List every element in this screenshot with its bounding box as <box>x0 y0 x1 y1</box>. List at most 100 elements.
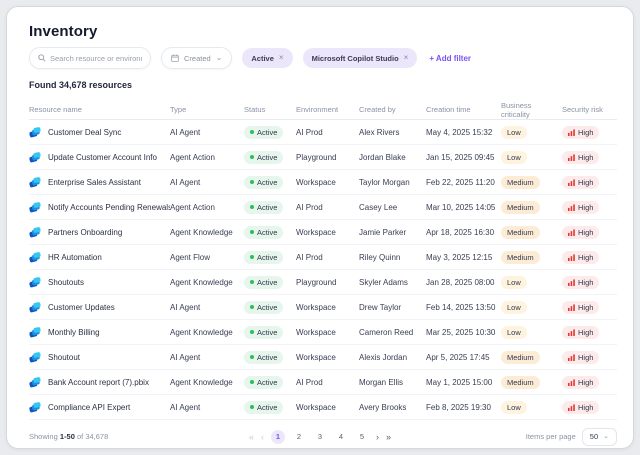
copilot-studio-icon <box>29 327 41 338</box>
page-number-5[interactable]: 5 <box>355 430 369 444</box>
row-menu-button[interactable]: ⋮ <box>612 377 617 387</box>
criticality-label: Medium <box>507 203 534 212</box>
search-input[interactable] <box>50 54 142 63</box>
copilot-studio-icon <box>29 277 41 288</box>
items-per-page-select[interactable]: 50 ⌄ <box>582 428 617 446</box>
criticality-label: Low <box>507 403 521 412</box>
resource-type: Agent Flow <box>170 253 244 262</box>
filter-chip-active[interactable]: Active × <box>242 48 292 68</box>
row-menu-button[interactable]: ⋮ <box>612 352 617 362</box>
creation-time: Feb 22, 2025 11:20 <box>426 178 501 187</box>
created-dropdown-label: Created <box>184 54 211 63</box>
table-row[interactable]: Shoutout AI Agent Active Workspace Alexi… <box>29 345 617 370</box>
row-menu-button[interactable]: ⋮ <box>612 227 617 237</box>
criticality-badge: Medium <box>501 176 540 189</box>
filter-chip-copilot-studio[interactable]: Microsoft Copilot Studio × <box>303 48 418 68</box>
risk-label: High <box>578 128 593 137</box>
column-header-creation-time: Creation time <box>426 105 501 114</box>
table-row[interactable]: Update Customer Account Info Agent Actio… <box>29 145 617 170</box>
table-row[interactable]: Enterprise Sales Assistant AI Agent Acti… <box>29 170 617 195</box>
table-row[interactable]: Customer Deal Sync AI Agent Active AI Pr… <box>29 120 617 145</box>
risk-label: High <box>578 303 593 312</box>
status-dot-icon <box>250 305 254 309</box>
created-by: Skyler Adams <box>359 278 426 287</box>
row-menu-button[interactable]: ⋮ <box>612 252 617 262</box>
table-body: Customer Deal Sync AI Agent Active AI Pr… <box>29 120 617 420</box>
status-label: Active <box>257 153 277 162</box>
chevron-down-icon: ⌄ <box>603 434 609 439</box>
prev-page-button[interactable]: ‹ <box>261 430 264 444</box>
next-page-button[interactable]: › <box>376 430 379 444</box>
copilot-studio-icon <box>29 127 41 138</box>
signal-bars-icon <box>568 329 575 336</box>
environment: AI Prod <box>296 253 359 262</box>
items-per-page: Items per page 50 ⌄ <box>526 428 617 446</box>
row-menu-button[interactable]: ⋮ <box>612 327 617 337</box>
status-dot-icon <box>250 255 254 259</box>
column-header-created-by: Created by <box>359 105 426 114</box>
table-header: Resource name Type Status Environment Cr… <box>29 100 617 120</box>
risk-badge: High <box>562 126 599 139</box>
criticality-label: Low <box>507 303 521 312</box>
row-menu-button[interactable]: ⋮ <box>612 177 617 187</box>
resource-type: Agent Knowledge <box>170 228 244 237</box>
table-row[interactable]: HR Automation Agent Flow Active AI Prod … <box>29 245 617 270</box>
criticality-label: Medium <box>507 178 534 187</box>
last-page-button[interactable]: » <box>386 430 391 444</box>
resource-name: Shoutouts <box>48 278 84 287</box>
table-row[interactable]: Customer Updates AI Agent Active Workspa… <box>29 295 617 320</box>
page-number-1[interactable]: 1 <box>271 430 285 444</box>
criticality-badge: Medium <box>501 201 540 214</box>
created-by: Morgan Ellis <box>359 378 426 387</box>
status-badge: Active <box>244 201 283 214</box>
calendar-icon <box>171 54 179 62</box>
copilot-studio-icon <box>29 302 41 313</box>
first-page-button[interactable]: « <box>249 430 254 444</box>
resource-name: Notify Accounts Pending Renewals <box>48 203 170 212</box>
add-filter-button[interactable]: + Add filter <box>429 54 471 63</box>
status-dot-icon <box>250 155 254 159</box>
table-row[interactable]: Compliance API Expert AI Agent Active Wo… <box>29 395 617 420</box>
environment: Workspace <box>296 403 359 412</box>
risk-label: High <box>578 203 593 212</box>
row-menu-button[interactable]: ⋮ <box>612 152 617 162</box>
table-row[interactable]: Shoutouts Agent Knowledge Active Playgro… <box>29 270 617 295</box>
page-title: Inventory <box>29 23 617 41</box>
column-header-type: Type <box>170 105 244 114</box>
status-dot-icon <box>250 205 254 209</box>
showing-prefix: Showing <box>29 432 58 441</box>
row-menu-button[interactable]: ⋮ <box>612 302 617 312</box>
resource-type: Agent Knowledge <box>170 328 244 337</box>
page-number-4[interactable]: 4 <box>334 430 348 444</box>
copilot-studio-icon <box>29 227 41 238</box>
criticality-label: Low <box>507 328 521 337</box>
resource-name: Partners Onboarding <box>48 228 122 237</box>
signal-bars-icon <box>568 304 575 311</box>
status-label: Active <box>257 328 277 337</box>
risk-badge: High <box>562 326 599 339</box>
status-badge: Active <box>244 376 283 389</box>
copilot-studio-icon <box>29 202 41 213</box>
chip-close-icon[interactable]: × <box>279 54 284 62</box>
chip-close-icon[interactable]: × <box>404 54 409 62</box>
table-row[interactable]: Partners Onboarding Agent Knowledge Acti… <box>29 220 617 245</box>
resource-type: AI Agent <box>170 178 244 187</box>
risk-label: High <box>578 278 593 287</box>
table-row[interactable]: Notify Accounts Pending Renewals Agent A… <box>29 195 617 220</box>
resource-type: Agent Action <box>170 153 244 162</box>
signal-bars-icon <box>568 379 575 386</box>
created-date-dropdown[interactable]: Created ⌄ <box>161 47 232 69</box>
row-menu-button[interactable]: ⋮ <box>612 277 617 287</box>
row-menu-button[interactable]: ⋮ <box>612 202 617 212</box>
search-box[interactable] <box>29 47 151 69</box>
table-row[interactable]: Monthly Billing Agent Knowledge Active W… <box>29 320 617 345</box>
environment: Playground <box>296 278 359 287</box>
page-number-3[interactable]: 3 <box>313 430 327 444</box>
table-row[interactable]: Bank Account report (7).pbix Agent Knowl… <box>29 370 617 395</box>
row-menu-button[interactable]: ⋮ <box>612 127 617 137</box>
column-header-status: Status <box>244 105 296 114</box>
row-menu-button[interactable]: ⋮ <box>612 402 617 412</box>
status-badge: Active <box>244 251 283 264</box>
page-number-2[interactable]: 2 <box>292 430 306 444</box>
status-badge: Active <box>244 401 283 414</box>
